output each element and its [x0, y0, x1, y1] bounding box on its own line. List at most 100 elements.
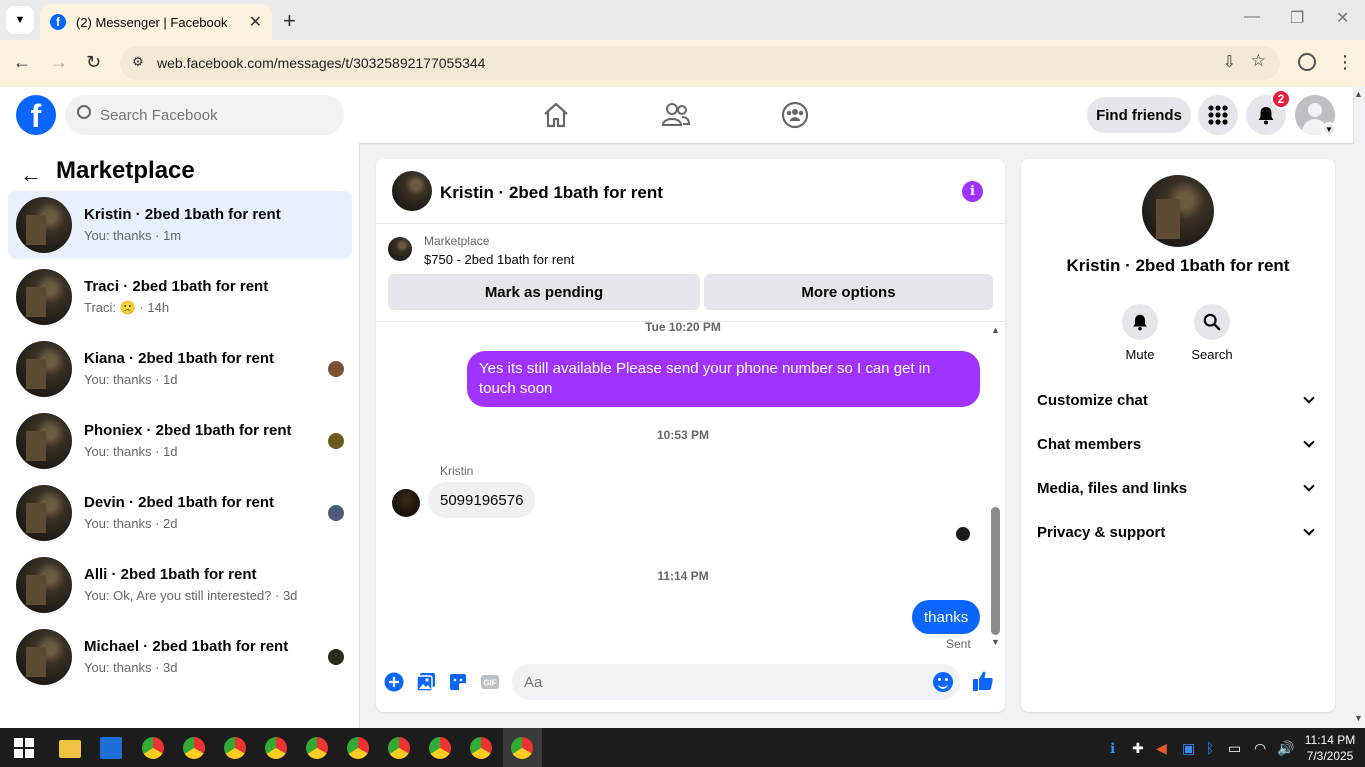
message-timestamp: 10:53 PM	[656, 428, 710, 442]
facebook-favicon-icon: f	[50, 14, 66, 30]
marketplace-label: Marketplace	[424, 234, 490, 248]
listing-thumbnail	[16, 197, 72, 253]
chat-title[interactable]: Kristin · 2bed 1bath for rent	[440, 183, 663, 203]
browser-tab-messenger[interactable]: f (2) Messenger | Facebook ✕	[40, 4, 272, 40]
chrome-icon[interactable]	[470, 737, 492, 759]
message-input[interactable]	[524, 664, 924, 700]
chrome-icon[interactable]	[429, 737, 451, 759]
conversation-item-phoniex[interactable]: Phoniex · 2bed 1bath for rent You: thank…	[8, 407, 352, 475]
chrome-icon[interactable]	[388, 737, 410, 759]
chrome-icon[interactable]	[347, 737, 369, 759]
info-icon[interactable]: i	[962, 181, 983, 202]
bell-icon	[1133, 314, 1147, 331]
chat-scrollbar[interactable]	[991, 507, 1000, 635]
network-tray-icon[interactable]: ▣	[1182, 740, 1195, 757]
plus-app-icon[interactable]	[100, 737, 122, 759]
facebook-logo-icon[interactable]: f	[16, 95, 56, 135]
forward-arrow-icon[interactable]: →	[50, 52, 68, 73]
file-explorer-icon[interactable]	[59, 740, 81, 758]
chat-members-section[interactable]: Chat members	[1037, 424, 1319, 464]
thumbs-up-icon[interactable]	[972, 670, 994, 692]
home-icon[interactable]	[541, 100, 571, 130]
emoji-icon[interactable]	[933, 672, 953, 692]
photo-icon[interactable]	[416, 672, 436, 692]
sender-avatar[interactable]	[392, 489, 420, 517]
customize-chat-section[interactable]: Customize chat	[1037, 380, 1319, 420]
chat-info-name: Kristin · 2bed 1bath for rent	[1066, 256, 1290, 275]
sticker-icon[interactable]	[448, 672, 468, 692]
seen-avatar	[328, 433, 344, 449]
page-scroll-up-icon[interactable]: ▲	[1354, 89, 1363, 99]
chat-avatar[interactable]	[392, 171, 432, 211]
conversation-item-kristin[interactable]: Kristin · 2bed 1bath for rent You: thank…	[8, 191, 352, 259]
media-files-links-section[interactable]: Media, files and links	[1037, 468, 1319, 508]
bookmark-star-icon[interactable]: ☆	[1251, 51, 1266, 71]
info-tray-icon[interactable]: ℹ	[1110, 740, 1115, 757]
bluetooth-icon[interactable]: ᛒ	[1206, 740, 1214, 756]
volume-icon[interactable]: 🔊	[1277, 740, 1294, 757]
minimize-icon[interactable]: —	[1244, 8, 1260, 26]
windows-start-icon[interactable]	[14, 738, 34, 758]
more-options-button[interactable]: More options	[704, 274, 993, 310]
conversation-item-devin[interactable]: Devin · 2bed 1bath for rent You: thanks …	[8, 479, 352, 547]
back-arrow-icon[interactable]: ←	[13, 52, 31, 73]
chrome-icon[interactable]	[265, 737, 287, 759]
chat-info-avatar[interactable]	[1142, 175, 1214, 247]
browser-profile-icon[interactable]	[1298, 53, 1316, 71]
find-friends-button[interactable]: Find friends	[1087, 97, 1191, 133]
install-app-icon[interactable]: ⇩	[1223, 52, 1236, 72]
privacy-support-section[interactable]: Privacy & support	[1037, 512, 1319, 552]
facebook-search[interactable]	[65, 95, 344, 135]
groups-icon[interactable]	[780, 100, 810, 130]
chrome-icon[interactable]	[306, 737, 328, 759]
wifi-icon[interactable]: ◠	[1254, 740, 1266, 757]
listing-thumbnail[interactable]	[388, 237, 412, 261]
conversation-item-kiana[interactable]: Kiana · 2bed 1bath for rent You: thanks …	[8, 335, 352, 403]
tab-close-icon[interactable]: ✕	[249, 12, 262, 32]
outgoing-message[interactable]: thanks	[912, 600, 981, 634]
site-settings-icon[interactable]: ⚙	[132, 54, 144, 70]
svg-text:GIF: GIF	[483, 679, 496, 688]
chrome-icon[interactable]	[511, 737, 533, 759]
scroll-down-arrow-icon[interactable]: ▼	[991, 637, 1000, 647]
chrome-icon[interactable]	[183, 737, 205, 759]
restore-icon[interactable]: ❐	[1290, 8, 1304, 28]
gif-icon[interactable]: GIF	[480, 672, 500, 692]
taskbar-clock[interactable]: 11:14 PM 7/3/2025	[1300, 732, 1360, 764]
mute-button[interactable]: Mute	[1110, 304, 1170, 362]
chevron-down-icon[interactable]: ▼	[1322, 122, 1336, 136]
section-label: Privacy & support	[1037, 523, 1166, 541]
battery-icon[interactable]: ▭	[1228, 740, 1241, 757]
listing-title[interactable]: $750 - 2bed 1bath for rent	[424, 252, 574, 267]
url-text[interactable]: web.facebook.com/messages/t/303258921770…	[157, 55, 485, 71]
address-bar[interactable]: ⚙ web.facebook.com/messages/t/3032589217…	[120, 46, 1280, 80]
tab-search-dropdown[interactable]: ▼	[6, 6, 34, 34]
conversation-item-alli[interactable]: Alli · 2bed 1bath for rent You: Ok, Are …	[8, 551, 352, 619]
plus-tray-icon[interactable]: ✚	[1132, 740, 1144, 757]
back-arrow-icon[interactable]: ←	[20, 162, 42, 188]
mark-as-pending-button[interactable]: Mark as pending	[388, 274, 700, 310]
outgoing-message[interactable]: Yes its still available Please send your…	[467, 351, 980, 407]
search-in-conversation-button[interactable]: Search	[1182, 304, 1242, 362]
friends-icon[interactable]	[661, 100, 691, 130]
chevron-down-icon	[1303, 436, 1315, 448]
scroll-up-arrow-icon[interactable]: ▲	[991, 325, 1000, 335]
conversation-item-traci[interactable]: Traci · 2bed 1bath for rent Traci: 🙁 · 1…	[8, 263, 352, 331]
media-tray-icon[interactable]: ◀	[1156, 740, 1167, 757]
incoming-message[interactable]: 5099196576	[428, 482, 536, 518]
chrome-icon[interactable]	[142, 737, 164, 759]
seen-avatar	[328, 361, 344, 377]
plus-circle-icon[interactable]	[384, 672, 404, 692]
message-composer[interactable]	[512, 664, 960, 700]
page-scroll-down-icon[interactable]: ▼	[1354, 713, 1363, 723]
conversation-snippet: You: thanks · 1m	[84, 228, 182, 243]
chrome-icon[interactable]	[224, 737, 246, 759]
browser-menu-icon[interactable]: ⋮	[1336, 52, 1354, 73]
new-tab-icon[interactable]: +	[283, 8, 296, 34]
chat-panel: Kristin · 2bed 1bath for rent i Marketpl…	[376, 159, 1005, 712]
window-close-icon[interactable]: ✕	[1336, 8, 1349, 28]
conversation-item-michael[interactable]: Michael · 2bed 1bath for rent You: thank…	[8, 623, 352, 691]
reload-icon[interactable]: ↻	[86, 52, 101, 73]
menu-button[interactable]	[1198, 95, 1238, 135]
facebook-search-input[interactable]	[100, 95, 330, 135]
